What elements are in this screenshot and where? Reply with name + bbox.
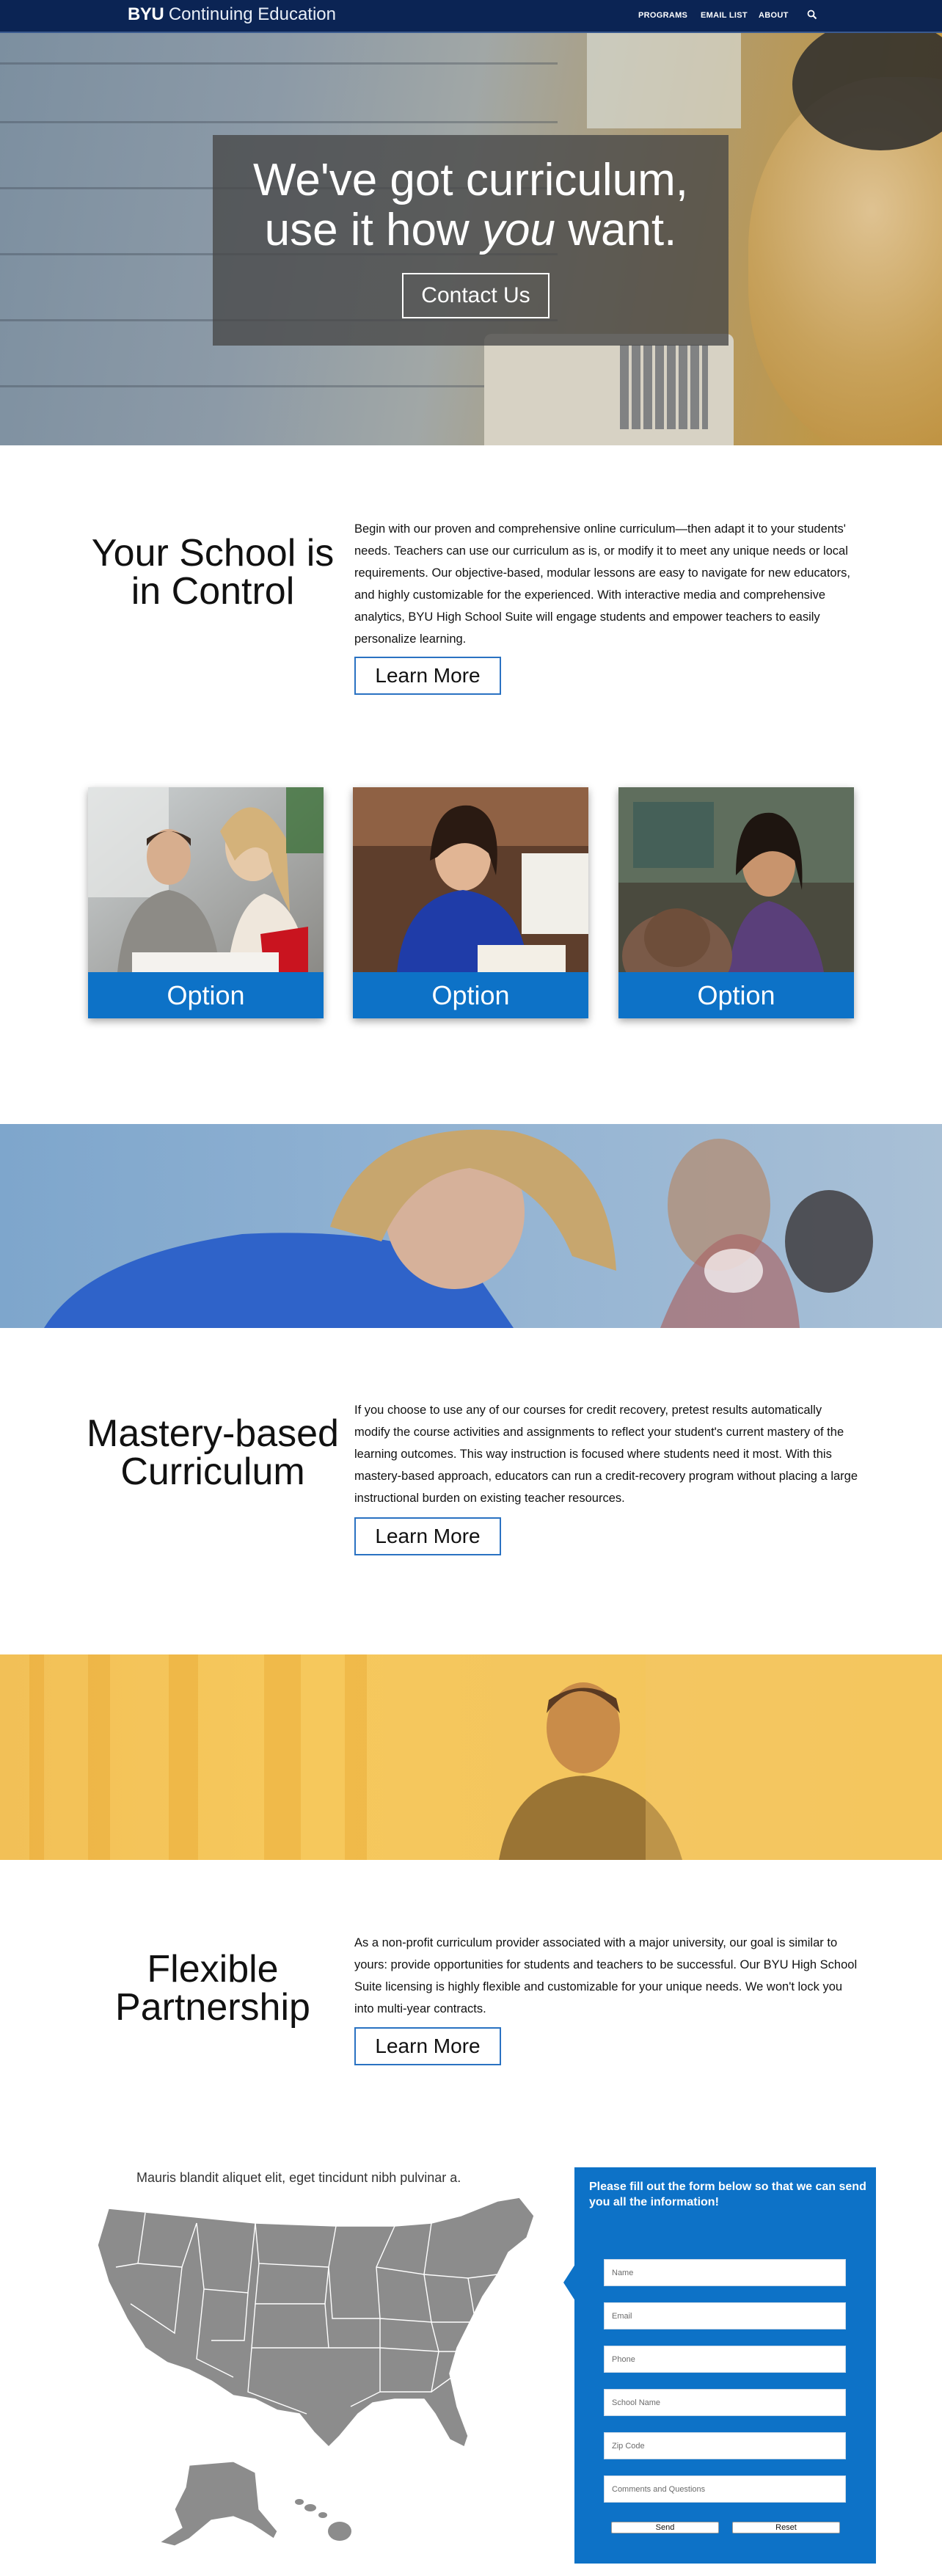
- section-title-control: Your School is in Control: [91, 532, 335, 613]
- option-1-label: Option: [88, 972, 324, 1018]
- learn-more-button-flexible[interactable]: Learn More: [354, 2027, 501, 2065]
- hallway-banner-image: [0, 1654, 942, 1860]
- email-field[interactable]: [604, 2302, 846, 2329]
- contact-us-button[interactable]: Contact Us: [402, 273, 550, 318]
- section-body-flexible: As a non-profit curriculum provider asso…: [354, 1936, 858, 2015]
- section-title-mastery: Mastery-based Curriculum: [87, 1412, 339, 1493]
- nav-link-about[interactable]: ABOUT: [759, 11, 789, 20]
- option-2-image: [353, 787, 588, 972]
- form-heading: Please fill out the form below so that w…: [589, 2181, 866, 2208]
- name-field[interactable]: [604, 2259, 846, 2286]
- top-nav: BYU Continuing Education PROGRAMS EMAIL …: [0, 0, 942, 33]
- us-states-map: [97, 2197, 535, 2547]
- students-banner-image: [0, 1124, 942, 1328]
- section-title-flexible: Flexible Partnership: [115, 1948, 310, 2029]
- option-3-label: Option: [618, 972, 854, 1018]
- reset-button[interactable]: Reset: [732, 2522, 840, 2533]
- learn-more-button-control[interactable]: Learn More: [354, 657, 501, 695]
- brand-bold: BYU: [128, 4, 164, 24]
- option-1-image: [88, 787, 324, 972]
- brand-text: Continuing Education: [164, 4, 337, 24]
- option-card-3[interactable]: Option: [618, 787, 854, 1018]
- school-name-field[interactable]: [604, 2389, 846, 2416]
- nav-link-email-list[interactable]: EMAIL LIST: [701, 11, 748, 20]
- section-body-mastery: If you choose to use any of our courses …: [354, 1404, 858, 1505]
- section-body-control: Begin with our proven and comprehensive …: [354, 522, 850, 646]
- option-card-2[interactable]: Option: [353, 787, 588, 1018]
- map-caption: Mauris blandit aliquet elit, eget tincid…: [136, 2170, 461, 2185]
- learn-more-button-mastery[interactable]: Learn More: [354, 1517, 501, 1555]
- nav-link-programs[interactable]: PROGRAMS: [638, 11, 687, 20]
- hero-banner: We've got curriculum, use it how you wan…: [0, 33, 942, 445]
- comments-field[interactable]: [604, 2475, 846, 2503]
- option-2-label: Option: [353, 972, 588, 1018]
- zip-code-field[interactable]: [604, 2432, 846, 2459]
- send-button[interactable]: Send: [611, 2522, 719, 2533]
- hero-paper-image: [587, 33, 741, 128]
- option-3-image: [618, 787, 854, 972]
- contact-form-panel: Please fill out the form below so that w…: [574, 2167, 876, 2564]
- search-icon[interactable]: [807, 10, 817, 20]
- phone-field[interactable]: [604, 2346, 846, 2373]
- hero-headline-line2: use it how you want.: [264, 205, 677, 255]
- option-card-1[interactable]: Option: [88, 787, 324, 1018]
- brand-logo[interactable]: BYU Continuing Education: [128, 4, 336, 25]
- hero-headline-line1: We've got curriculum,: [253, 155, 688, 205]
- hero-overlay-box: We've got curriculum, use it how you wan…: [213, 135, 729, 346]
- hero-headline: We've got curriculum, use it how you wan…: [213, 156, 729, 255]
